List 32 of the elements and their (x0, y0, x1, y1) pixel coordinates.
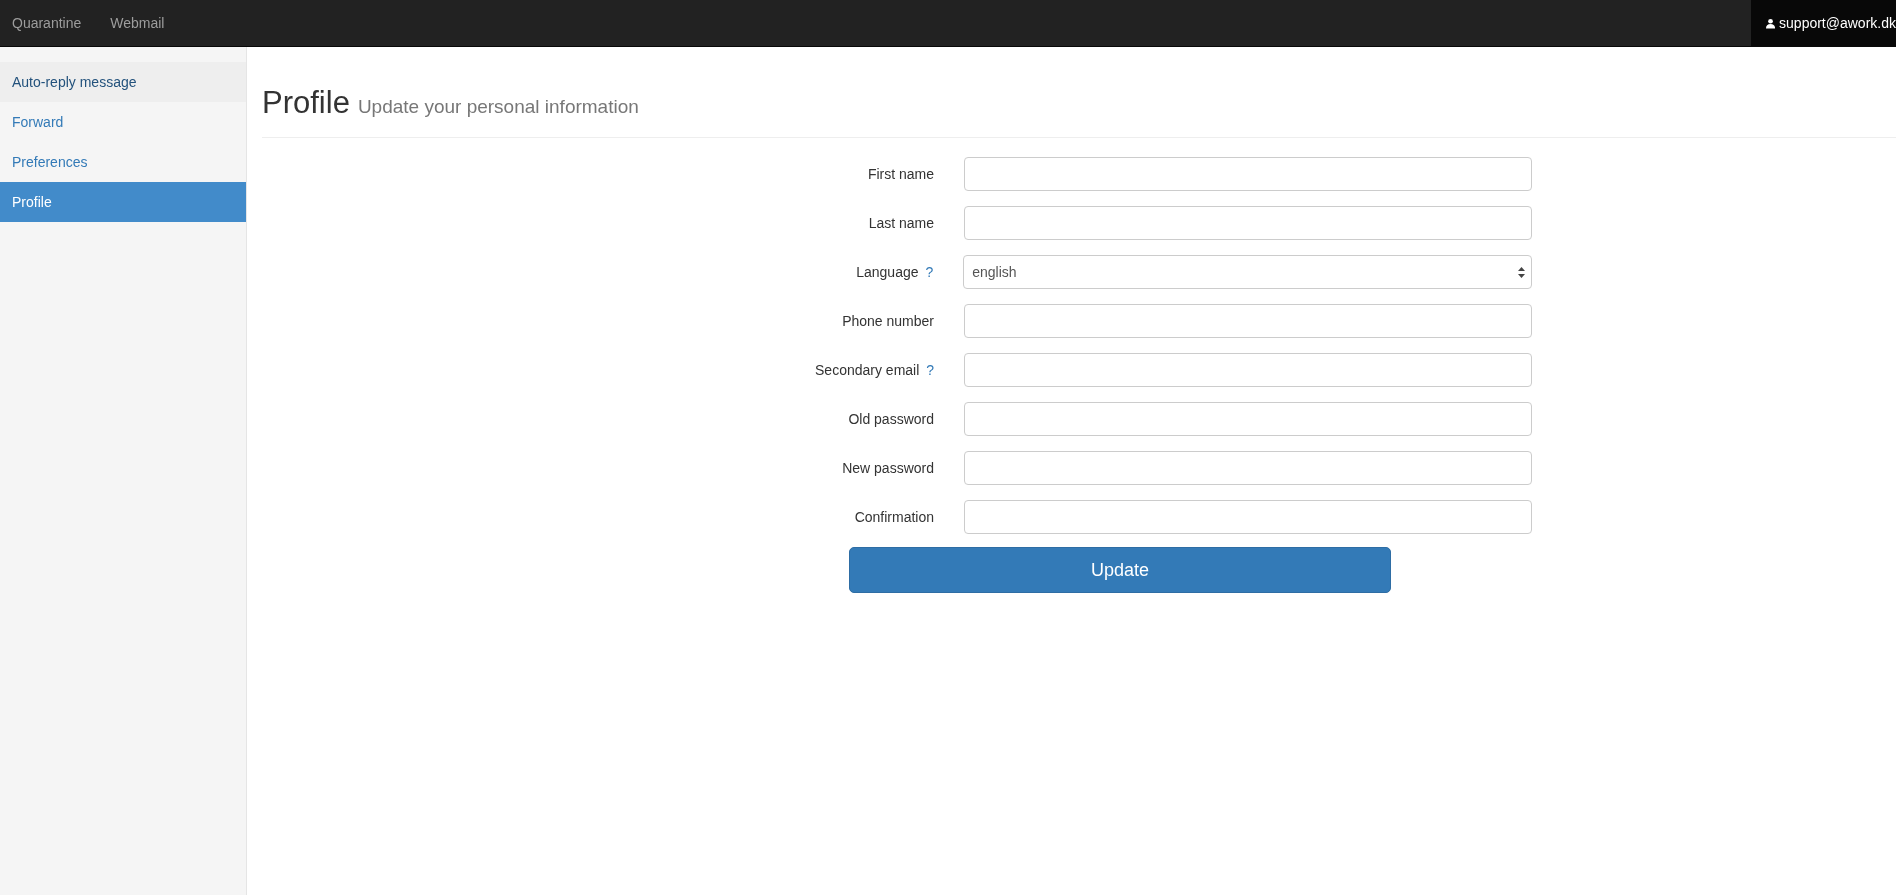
input-field[interactable] (964, 206, 1532, 240)
user-icon (1766, 17, 1776, 29)
page-title: Profile (262, 85, 350, 121)
user-menu[interactable]: support@awork.dk (1751, 0, 1896, 46)
sidebar-item[interactable]: Auto-reply message (0, 62, 246, 102)
field-label: Old password (848, 411, 934, 427)
field-label: Phone number (842, 313, 934, 329)
help-link[interactable]: ? (925, 264, 934, 280)
input-field[interactable] (964, 157, 1532, 191)
select-value: english (972, 264, 1017, 280)
page-subtitle: Update your personal information (357, 96, 639, 118)
input-field[interactable] (964, 304, 1532, 338)
sidebar-item[interactable]: Preferences (0, 142, 246, 182)
input-field[interactable] (964, 451, 1532, 485)
input-field[interactable] (964, 402, 1532, 436)
sidebar-item[interactable]: Forward (0, 102, 246, 142)
language-select[interactable]: english (963, 255, 1532, 289)
field-label: New password (842, 460, 934, 476)
user-email: support@awork.dk (1779, 15, 1896, 31)
input-field[interactable] (964, 500, 1532, 534)
dropdown-arrows-icon (1518, 266, 1525, 278)
field-label: Last name (868, 215, 934, 231)
field-label: Secondary email (815, 362, 920, 378)
help-link[interactable]: ? (926, 362, 934, 378)
field-label: First name (867, 166, 934, 182)
nav-link[interactable]: Quarantine (12, 15, 82, 31)
input-field[interactable] (964, 353, 1532, 387)
nav-link[interactable]: Webmail (110, 15, 165, 31)
update-button[interactable]: Update (849, 547, 1391, 593)
field-label: Language (856, 264, 919, 280)
sidebar-item[interactable]: Profile (0, 182, 246, 222)
field-label: Confirmation (854, 509, 934, 525)
